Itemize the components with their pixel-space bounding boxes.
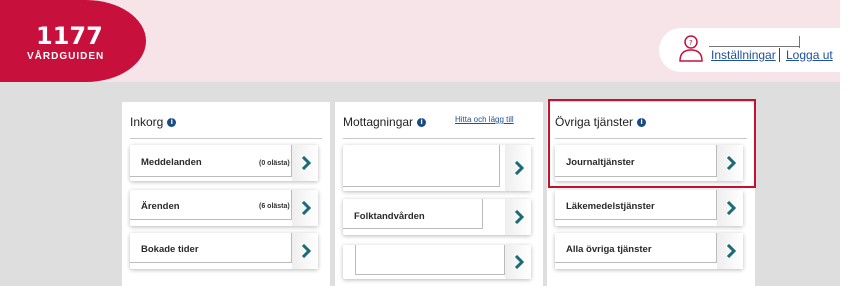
- clinic-row-folktandvarden[interactable]: Folktandvården: [343, 199, 531, 235]
- service-row-medication[interactable]: Läkemedelstjänster: [555, 190, 743, 226]
- link-separator: [779, 48, 780, 62]
- logo-1177[interactable]: 1177 VÅRDGUIDEN: [0, 0, 146, 82]
- chevron-right-icon[interactable]: [514, 210, 524, 224]
- row-inner-border: [343, 145, 500, 187]
- settings-link[interactable]: Inställningar: [711, 48, 776, 62]
- clinics-card: Mottagningar i Hitta och lägg till Folkt…: [335, 102, 543, 286]
- highlight-box: [548, 99, 756, 188]
- chevron-right-icon[interactable]: [726, 201, 736, 215]
- username-underline: [709, 46, 799, 47]
- logo-number: 1177: [36, 22, 103, 50]
- card-divider: [130, 138, 322, 139]
- row-inner-border: [130, 190, 292, 220]
- row-inner-border: [130, 145, 292, 177]
- find-and-add-link[interactable]: Hitta och lägg till: [455, 115, 514, 124]
- info-icon[interactable]: i: [417, 117, 427, 127]
- logo-tagline: VÅRDGUIDEN: [27, 51, 105, 62]
- chevron-right-icon[interactable]: [301, 201, 311, 215]
- row-inner-border: [355, 245, 505, 275]
- inbox-row-cases[interactable]: Ärenden (6 olästa): [130, 190, 318, 226]
- clinics-title: Mottagningar i: [343, 115, 427, 129]
- row-inner-border: [555, 190, 717, 220]
- info-icon[interactable]: i: [167, 117, 177, 127]
- row-inner-border: [343, 199, 483, 229]
- row-inner-border: [555, 233, 717, 263]
- logout-link[interactable]: Logga ut: [786, 48, 833, 62]
- scrollbar-track[interactable]: [840, 0, 854, 286]
- chevron-right-icon[interactable]: [726, 244, 736, 258]
- clinic-row[interactable]: [343, 245, 531, 279]
- service-row-all-other[interactable]: Alla övriga tjänster: [555, 233, 743, 269]
- card-divider: [343, 138, 535, 139]
- user-menu: ? Inställningar Logga ut: [659, 28, 840, 72]
- chevron-right-icon[interactable]: [514, 255, 524, 269]
- inbox-title: Inkorg i: [130, 115, 177, 129]
- clinic-row[interactable]: [343, 145, 531, 191]
- inbox-row-bookings[interactable]: Bokade tider: [130, 233, 318, 269]
- username-tick: [799, 36, 800, 48]
- inbox-card: Inkorg i Meddelanden (0 olästa) Ärenden …: [122, 102, 330, 286]
- svg-text:?: ?: [689, 39, 693, 47]
- user-icon[interactable]: ?: [678, 33, 704, 63]
- chevron-right-icon[interactable]: [301, 156, 311, 170]
- row-inner-border: [130, 233, 292, 263]
- chevron-right-icon[interactable]: [301, 244, 311, 258]
- inbox-row-messages[interactable]: Meddelanden (0 olästa): [130, 145, 318, 181]
- chevron-right-icon[interactable]: [514, 161, 524, 175]
